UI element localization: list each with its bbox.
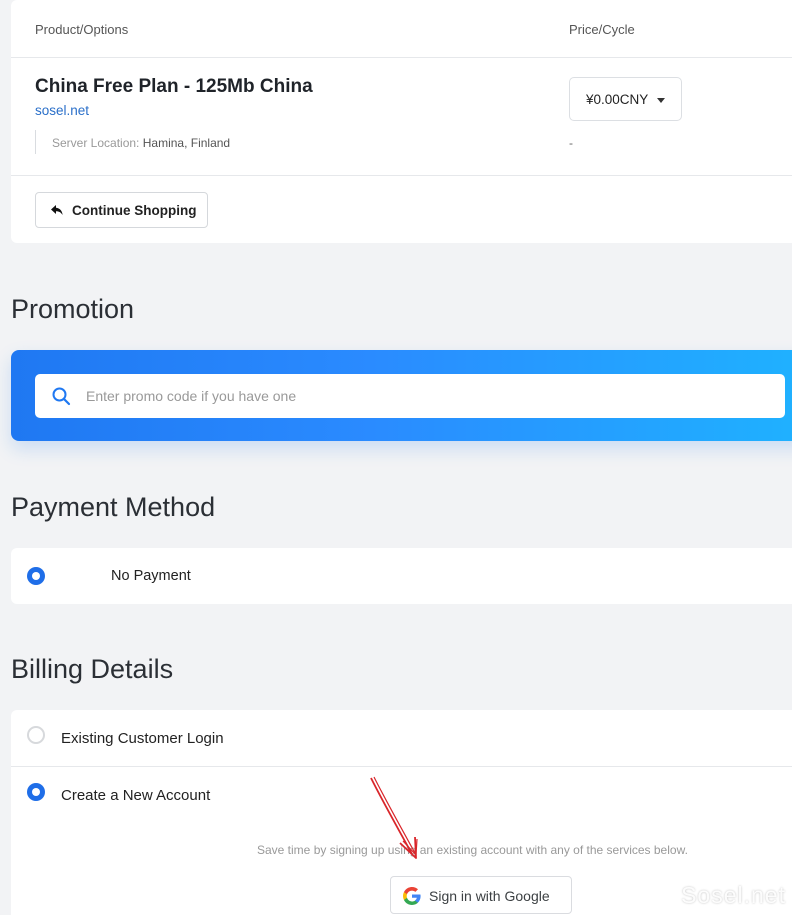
sign-in-with-google-button[interactable]: Sign in with Google (390, 876, 572, 914)
server-location: Server Location: Hamina, Finland (35, 130, 230, 154)
back-arrow-icon (51, 205, 63, 215)
save-time-text: Save time by signing up using an existin… (257, 843, 688, 857)
cart-card: Product/Options Price/Cycle China Free P… (11, 0, 792, 243)
caret-down-icon (657, 98, 665, 103)
promotion-title: Promotion (11, 294, 135, 324)
payment-radio-no-payment[interactable] (27, 567, 45, 585)
column-header-product: Product/Options (35, 22, 129, 37)
divider (11, 766, 792, 767)
payment-method-title: Payment Method (11, 492, 216, 522)
price-cycle-dropdown[interactable]: ¥0.00CNY (569, 77, 682, 121)
product-title: China Free Plan - 125Mb China (35, 76, 313, 97)
google-icon (403, 887, 421, 905)
server-location-value: Hamina, Finland (142, 136, 231, 150)
continue-shopping-label: Continue Shopping (72, 203, 197, 218)
cart-header: Product/Options Price/Cycle (11, 0, 792, 58)
price-value: ¥0.00CNY (586, 92, 649, 107)
new-account-label[interactable]: Create a New Account (61, 787, 210, 804)
divider (11, 175, 792, 176)
promo-panel: Enter promo code if you have one (11, 350, 792, 441)
payment-card: No Payment (11, 548, 792, 604)
billing-details-title: Billing Details (11, 654, 174, 684)
price-dash: - (569, 136, 573, 150)
continue-shopping-button[interactable]: Continue Shopping (35, 192, 208, 228)
product-domain-link[interactable]: sosel.net (35, 103, 89, 118)
promo-placeholder: Enter promo code if you have one (86, 388, 297, 404)
search-icon (52, 387, 71, 406)
radio-existing-customer[interactable] (27, 726, 45, 744)
payment-option-label: No Payment (111, 568, 191, 584)
google-button-label: Sign in with Google (429, 888, 550, 904)
existing-customer-label[interactable]: Existing Customer Login (61, 730, 224, 747)
server-location-label: Server Location: (52, 136, 140, 150)
column-header-price: Price/Cycle (569, 22, 635, 37)
promo-code-input[interactable]: Enter promo code if you have one (35, 374, 785, 418)
billing-card: Existing Customer Login Create a New Acc… (11, 710, 792, 915)
watermark: Sosel.net (681, 882, 786, 908)
radio-new-account[interactable] (27, 783, 45, 801)
